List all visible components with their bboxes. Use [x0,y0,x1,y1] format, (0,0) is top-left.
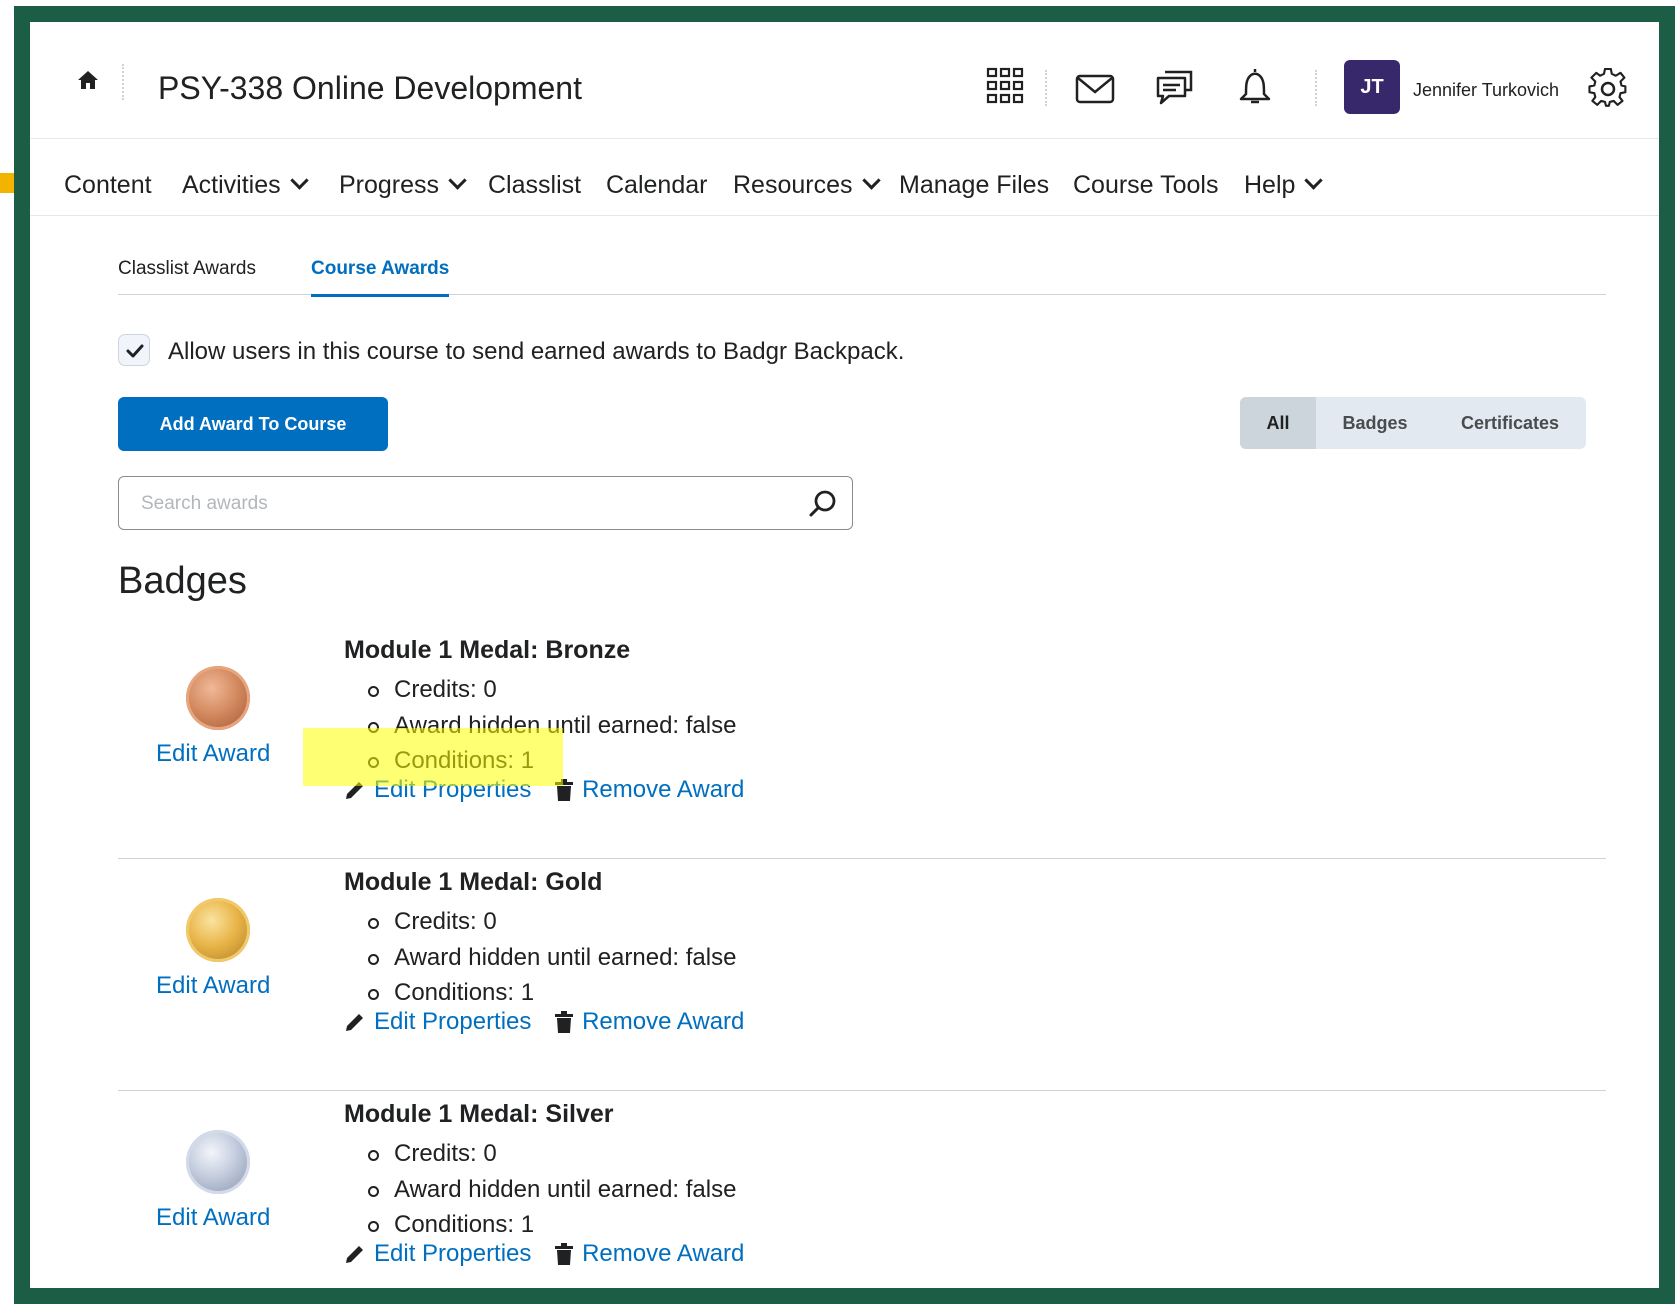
edit-award-link[interactable]: Edit Award [156,740,270,768]
award-hidden-status: Award hidden until earned: false [368,708,736,744]
award-type-filter: All Badges Certificates [1240,397,1586,449]
remove-award-link[interactable]: Remove Award [554,1008,744,1036]
trash-icon [555,1011,574,1033]
notification-bell-icon[interactable] [1235,66,1275,106]
chevron-down-icon [1304,171,1324,190]
tab-classlist-awards[interactable]: Classlist Awards [118,258,256,280]
nav-item-course-tools[interactable]: Course Tools [1073,171,1218,200]
nav-item-label: Resources [733,171,853,199]
pencil-icon [346,1246,363,1263]
chevron-down-icon [448,171,467,190]
award-title: Module 1 Medal: Gold [344,868,603,896]
trash-icon [555,779,574,801]
remove-award-label: Remove Award [582,1008,745,1035]
mail-icon[interactable] [1075,70,1115,110]
bronze-medal-image [186,666,250,730]
badges-section-title: Badges [118,560,247,602]
tab-course-awards[interactable]: Course Awards [311,258,450,297]
nav-item-calendar[interactable]: Calendar [606,171,707,200]
award-credits: Credits: 0 [368,1136,736,1172]
edit-properties-link[interactable]: Edit Properties [344,1008,531,1036]
edit-award-link[interactable]: Edit Award [156,972,270,1000]
award-properties-list: Credits: 0 Award hidden until earned: fa… [368,904,736,1011]
nav-item-label: Course Tools [1073,171,1219,199]
chevron-down-icon [861,171,881,190]
page-edge-marker [0,173,14,193]
chevron-down-icon [289,171,309,190]
pencil-icon [346,1014,363,1031]
award-conditions: Conditions: 1 [368,1207,736,1243]
trash-icon [555,1243,574,1265]
nav-item-progress[interactable]: Progress [339,171,467,200]
awards-tabs: Classlist Awards Course Awards [118,238,1606,297]
nav-item-manage-files[interactable]: Manage Files [899,171,1049,200]
nav-item-label: Help [1244,171,1296,199]
course-navbar: Content Activities Progress Classlist Ca… [30,139,1659,216]
course-selector-grid-icon[interactable] [985,66,1025,106]
nav-item-classlist[interactable]: Classlist [488,171,581,200]
gold-medal-image [186,898,250,962]
home-icon[interactable] [76,68,100,92]
search-box [118,476,853,530]
chat-icon[interactable] [1155,68,1195,108]
nav-item-label: Classlist [488,171,582,199]
silver-medal-image [186,1130,250,1194]
nav-item-help[interactable]: Help [1244,171,1324,200]
header-divider [1315,70,1317,106]
nav-item-label: Calendar [606,171,708,199]
award-conditions: Conditions: 1 [368,743,736,779]
edit-properties-label: Edit Properties [374,1008,532,1035]
nav-item-content[interactable]: Content [64,171,152,200]
filter-all-button[interactable]: All [1240,397,1316,449]
award-actions: Edit Properties Remove Award [344,776,744,808]
award-title: Module 1 Medal: Bronze [344,636,631,664]
nav-item-label: Activities [182,171,281,199]
award-title: Module 1 Medal: Silver [344,1100,614,1128]
browser-frame: PSY-338 Online Development JT Jennifer T… [14,6,1675,1304]
search-input[interactable] [139,487,783,521]
award-conditions: Conditions: 1 [368,975,736,1011]
award-properties-list: Credits: 0 Award hidden until earned: fa… [368,672,736,779]
checkmark-icon [126,344,144,358]
course-header: PSY-338 Online Development JT Jennifer T… [30,22,1659,139]
award-hidden-status: Award hidden until earned: false [368,1172,736,1208]
search-icon[interactable] [808,489,838,519]
award-properties-list: Credits: 0 Award hidden until earned: fa… [368,1136,736,1243]
nav-item-label: Progress [339,171,440,199]
edit-award-link[interactable]: Edit Award [156,1204,270,1232]
user-name[interactable]: Jennifer Turkovich [1413,80,1559,101]
course-title[interactable]: PSY-338 Online Development [158,70,582,107]
nav-item-resources[interactable]: Resources [733,171,881,200]
award-item: Edit Award Module 1 Medal: Silver Credit… [118,1090,1606,1288]
avatar[interactable]: JT [1344,60,1400,114]
filter-certificates-button[interactable]: Certificates [1434,397,1586,449]
edit-properties-link[interactable]: Edit Properties [344,1240,531,1268]
award-item: Edit Award Module 1 Medal: Gold Credits:… [118,858,1606,1091]
badgr-backpack-checkbox[interactable] [118,334,150,366]
header-divider [122,64,124,100]
award-credits: Credits: 0 [368,904,736,940]
nav-item-label: Content [64,171,152,199]
award-actions: Edit Properties Remove Award [344,1240,744,1272]
edit-properties-link[interactable]: Edit Properties [344,776,531,804]
gear-icon[interactable] [1588,68,1628,108]
award-hidden-status: Award hidden until earned: false [368,940,736,976]
header-divider [1045,70,1047,106]
edit-properties-label: Edit Properties [374,1240,532,1267]
remove-award-link[interactable]: Remove Award [554,1240,744,1268]
badgr-backpack-label: Allow users in this course to send earne… [168,338,905,365]
award-actions: Edit Properties Remove Award [344,1008,744,1040]
nav-item-label: Manage Files [899,171,1050,199]
remove-award-label: Remove Award [582,1240,745,1267]
nav-item-activities[interactable]: Activities [182,171,309,200]
award-item: Edit Award Module 1 Medal: Bronze Credit… [118,626,1606,859]
remove-award-label: Remove Award [582,776,745,803]
remove-award-link[interactable]: Remove Award [554,776,744,804]
edit-properties-label: Edit Properties [374,776,532,803]
add-award-button[interactable]: Add Award To Course [118,397,388,451]
pencil-icon [346,782,363,799]
award-credits: Credits: 0 [368,672,736,708]
filter-badges-button[interactable]: Badges [1316,397,1434,449]
